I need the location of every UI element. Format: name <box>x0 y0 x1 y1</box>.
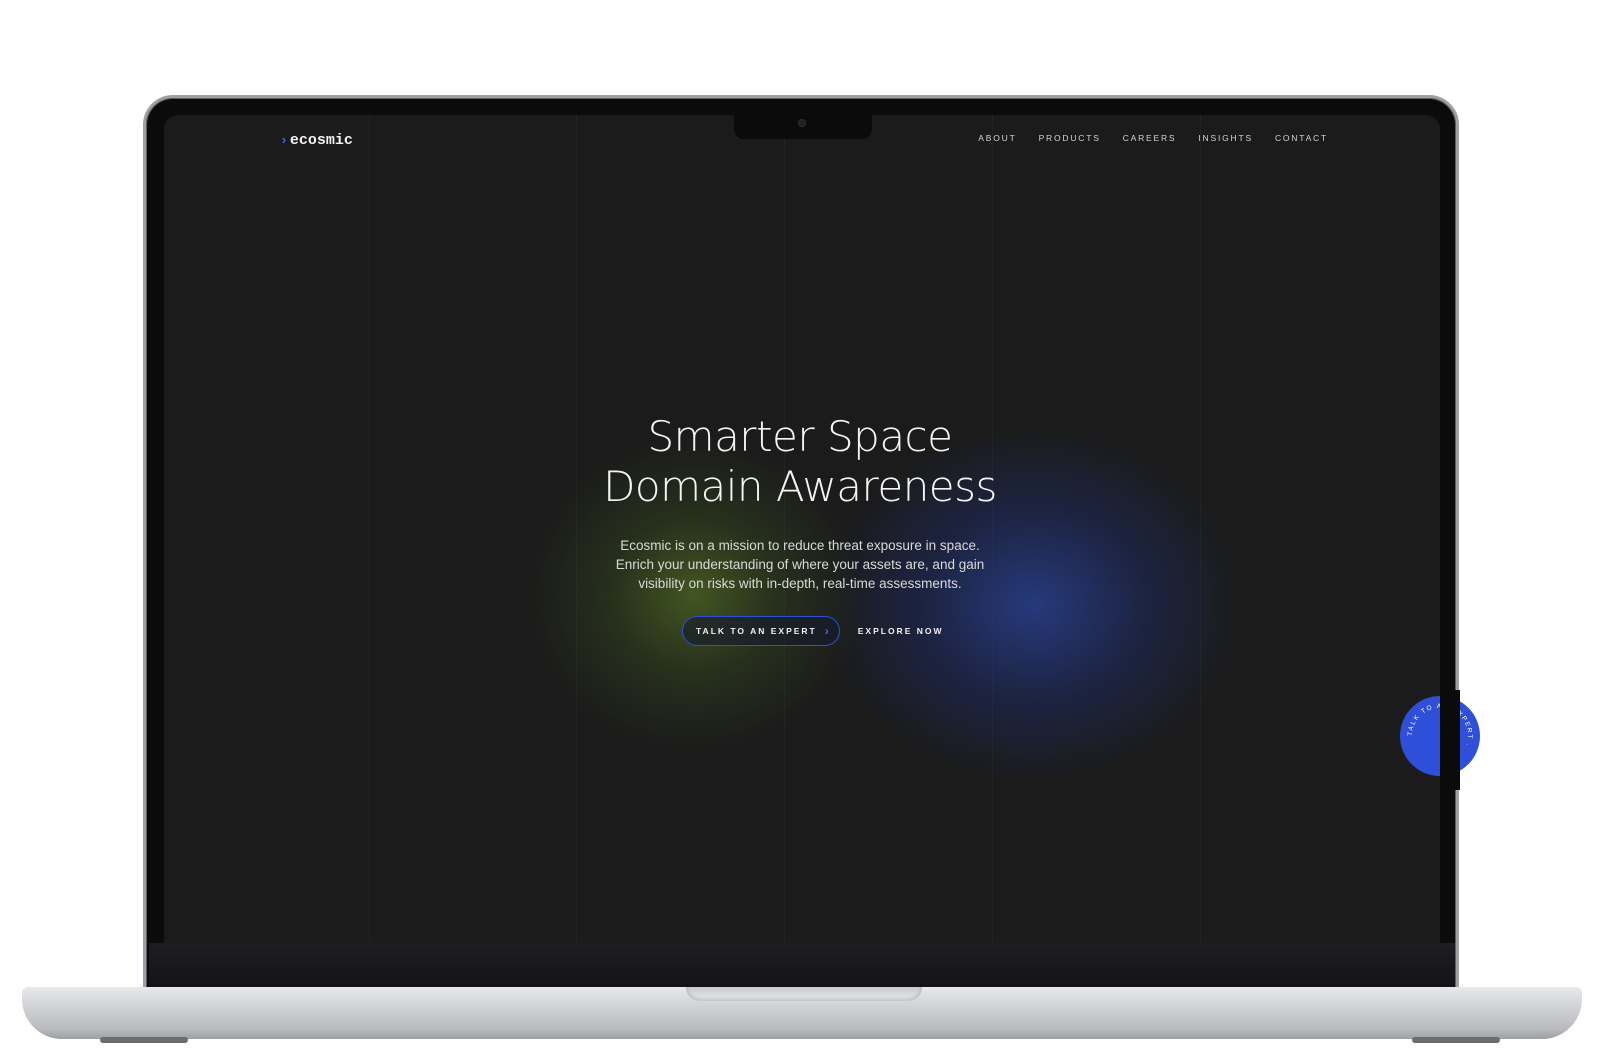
laptop-foot <box>100 1037 188 1043</box>
hero-title-line: Smarter Space <box>647 412 954 461</box>
camera-notch <box>734 115 872 139</box>
nav-item-contact[interactable]: CONTACT <box>1275 133 1328 143</box>
talk-to-expert-label: TALK TO AN EXPERT <box>696 626 817 636</box>
nav-item-about[interactable]: ABOUT <box>978 133 1016 143</box>
logo-text: ecosmic <box>289 132 353 149</box>
laptop-foot <box>1412 1037 1500 1043</box>
explore-now-link[interactable]: EXPLORE NOW <box>858 626 944 636</box>
nav-item-products[interactable]: PRODUCTS <box>1039 133 1101 143</box>
hero-cta-row: TALK TO AN EXPERT › EXPLORE NOW <box>682 616 944 646</box>
chevron-right-icon: › <box>824 624 829 638</box>
laptop-hinge-notch <box>686 987 922 1001</box>
hero-description-line: visibility on risks with in-depth, real-… <box>638 576 962 591</box>
hero-title: Smarter Space Domain Awareness <box>0 412 1600 512</box>
logo[interactable]: › ecosmic <box>280 132 353 149</box>
hero-description: Ecosmic is on a mission to reduce threat… <box>0 536 1600 593</box>
main-nav: ABOUT PRODUCTS CAREERS INSIGHTS CONTACT <box>978 133 1328 143</box>
nav-item-insights[interactable]: INSIGHTS <box>1198 133 1253 143</box>
hero-description-line: Enrich your understanding of where your … <box>615 557 985 572</box>
hero-description-line: Ecosmic is on a mission to reduce threat… <box>620 538 980 553</box>
logo-chevron-icon: › <box>280 133 288 148</box>
website-viewport <box>164 115 1440 943</box>
camera-icon <box>798 119 806 127</box>
screen-bezel-bottom <box>149 943 1455 987</box>
talk-to-expert-button[interactable]: TALK TO AN EXPERT › <box>682 616 840 646</box>
screen-edge-mask <box>1440 690 1460 790</box>
nav-item-careers[interactable]: CAREERS <box>1123 133 1177 143</box>
hero-title-line: Domain Awareness <box>603 462 997 511</box>
grid-line <box>369 115 370 943</box>
